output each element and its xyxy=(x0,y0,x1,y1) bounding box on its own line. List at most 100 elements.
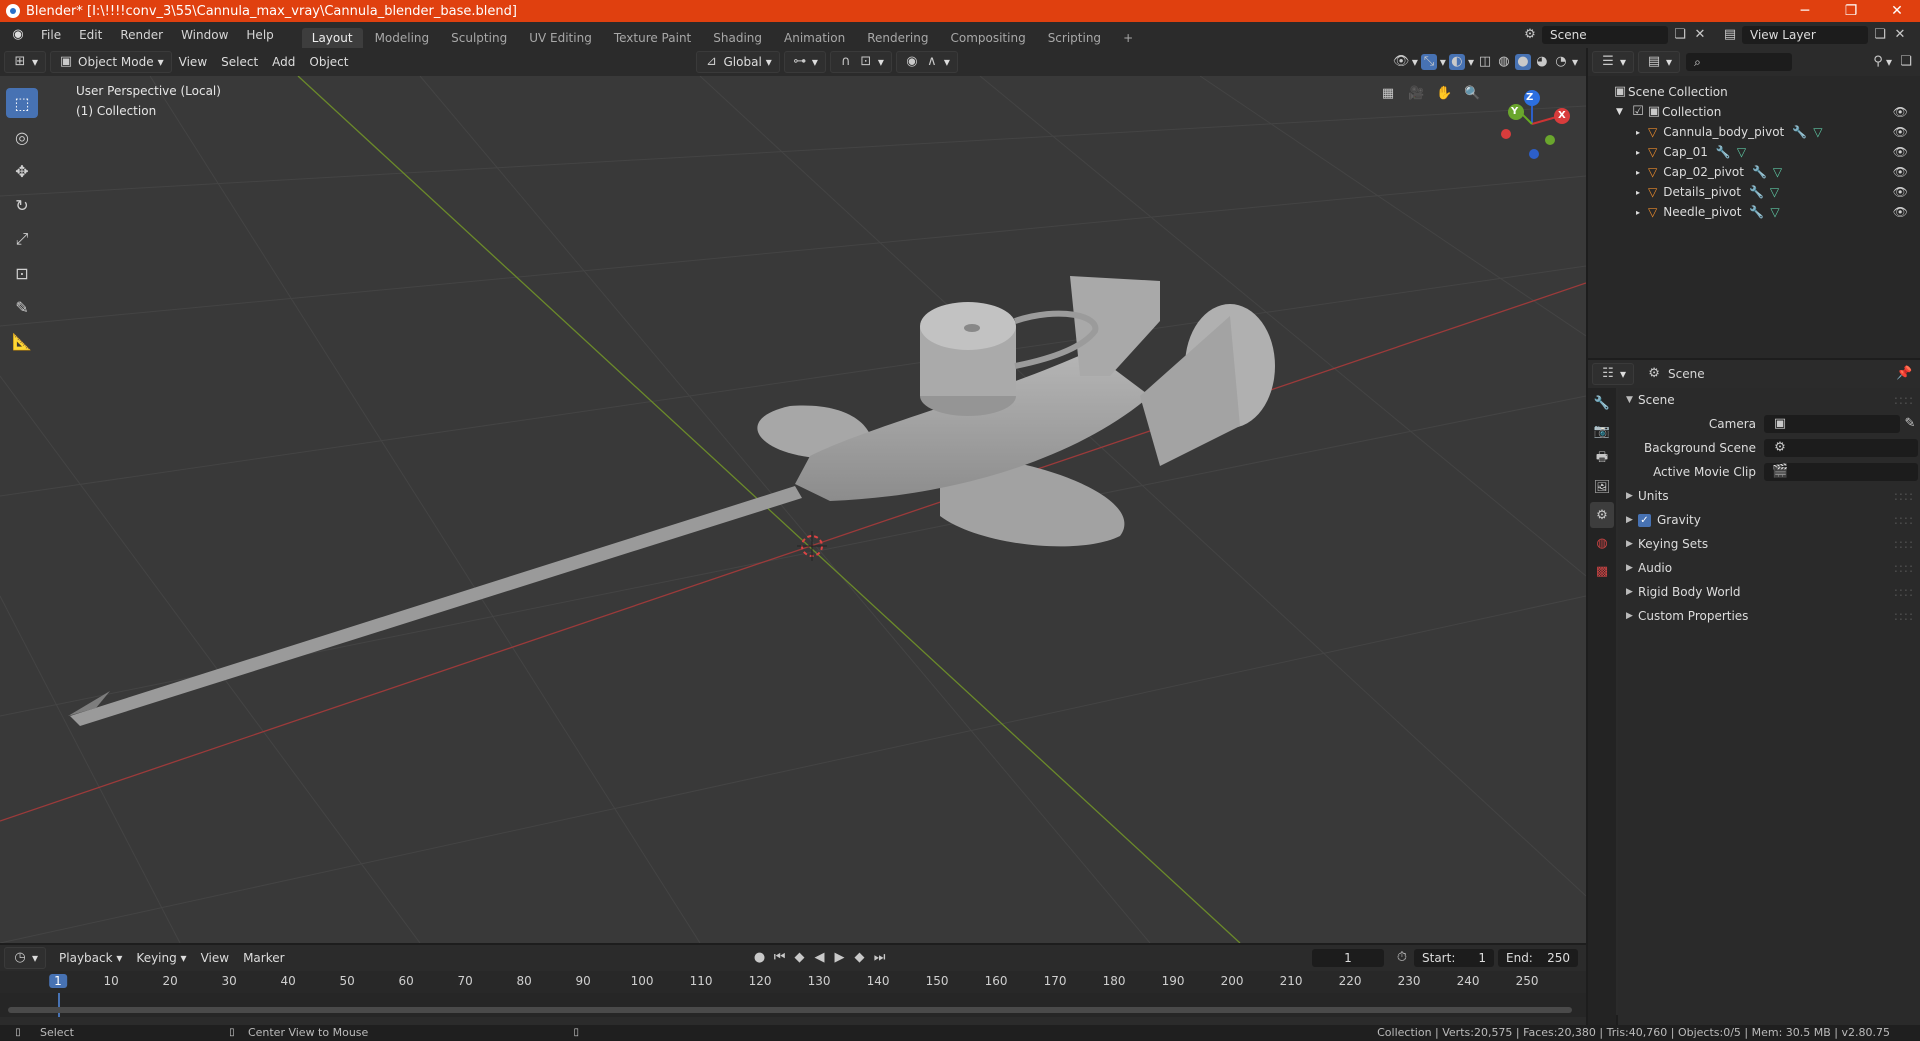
pivot-dropdown[interactable]: ⊶ ▾ xyxy=(783,51,826,73)
expand-arrow-icon[interactable]: ▼ xyxy=(1616,107,1630,117)
orientation-dropdown[interactable]: ⊿ Global ▾ xyxy=(695,51,780,73)
camera-view-icon[interactable]: 🎥 xyxy=(1408,86,1424,102)
3d-cursor-icon[interactable] xyxy=(797,531,827,561)
outliner-editor-type-button[interactable]: ☰ ▾ xyxy=(1592,51,1635,73)
play-icon[interactable]: ▶ xyxy=(832,950,848,966)
start-frame-field[interactable]: Start: 1 xyxy=(1414,949,1494,967)
eye-icon[interactable]: 👁 xyxy=(1893,105,1908,119)
modifier-wrench-icon[interactable]: 🔧 xyxy=(1749,205,1764,219)
outliner-scene-collection[interactable]: ▣ Scene Collection xyxy=(1588,82,1920,102)
blender-menu-icon[interactable]: ◉ xyxy=(10,27,26,43)
scene-tab-icon[interactable]: ⚙ xyxy=(1590,502,1614,528)
timeline-ruler[interactable]: 1 10 20 30 40 50 60 70 80 90 100 110 120 130 140 150 160… xyxy=(0,971,1586,993)
outliner-object-row[interactable]: ▸ ▽ Cap_02_pivot 🔧 ▽ 👁 xyxy=(1588,162,1920,182)
jump-start-icon[interactable]: ⏮ xyxy=(772,950,788,966)
end-frame-field[interactable]: End: 250 xyxy=(1498,949,1578,967)
gravity-checkbox[interactable]: ✓ xyxy=(1638,513,1651,527)
play-reverse-icon[interactable]: ◀ xyxy=(812,950,828,966)
tab-texture-paint[interactable]: Texture Paint xyxy=(604,28,701,48)
scene-icon[interactable]: ⚙ xyxy=(1522,27,1538,43)
stopwatch-icon[interactable]: ⏱ xyxy=(1394,950,1410,966)
menu-add[interactable]: Add xyxy=(265,55,302,69)
menu-file[interactable]: File xyxy=(32,22,70,48)
delete-scene-icon[interactable]: ✕ xyxy=(1692,27,1708,43)
tab-animation[interactable]: Animation xyxy=(774,28,855,48)
tab-sculpting[interactable]: Sculpting xyxy=(441,28,517,48)
mesh-data-icon[interactable]: ▽ xyxy=(1813,125,1822,139)
modifier-wrench-icon[interactable]: 🔧 xyxy=(1792,125,1807,139)
hand-pan-icon[interactable]: ✋ xyxy=(1436,86,1452,102)
new-view-layer-icon[interactable]: ❏ xyxy=(1872,27,1888,43)
outliner-object-row[interactable]: ▸ ▽ Details_pivot 🔧 ▽ 👁 xyxy=(1588,182,1920,202)
3d-viewport[interactable]: User Perspective (Local) (1) Collection … xyxy=(0,76,1586,943)
rotate-tool-icon[interactable]: ↻ xyxy=(6,190,38,220)
tab-scripting[interactable]: Scripting xyxy=(1038,28,1111,48)
menu-render[interactable]: Render xyxy=(111,22,172,48)
cursor-tool-icon[interactable]: ◎ xyxy=(6,122,38,152)
snap-toggle[interactable]: ∩ ⊡ ▾ xyxy=(829,51,892,73)
timeline-track-area[interactable] xyxy=(0,993,1586,1017)
eye-icon[interactable]: 👁 xyxy=(1893,165,1908,179)
menu-window[interactable]: Window xyxy=(172,22,237,48)
wireframe-shading-icon[interactable]: ◍ xyxy=(1496,54,1512,70)
view-layer-tab-icon[interactable]: 🖼 xyxy=(1590,474,1614,500)
playhead[interactable] xyxy=(58,993,60,1017)
tab-rendering[interactable]: Rendering xyxy=(857,28,938,48)
texture-tab-icon[interactable]: ▩ xyxy=(1590,558,1614,584)
mode-dropdown[interactable]: ▣ Object Mode ▾ xyxy=(50,51,172,73)
custom-properties-panel-header[interactable]: ▶ Custom Properties:::: xyxy=(1618,604,1920,628)
properties-editor-type-button[interactable]: ☷ ▾ xyxy=(1592,363,1635,385)
annotate-tool-icon[interactable]: ✎ xyxy=(6,292,38,322)
view-layer-field[interactable]: View Layer xyxy=(1742,26,1868,44)
close-button[interactable]: ✕ xyxy=(1874,0,1920,22)
proportional-edit-toggle[interactable]: ◉ ∧ ▾ xyxy=(895,51,958,73)
delete-view-layer-icon[interactable]: ✕ xyxy=(1892,27,1908,43)
minimize-button[interactable]: ─ xyxy=(1782,0,1828,22)
tab-modeling[interactable]: Modeling xyxy=(365,28,440,48)
render-tab-icon[interactable]: 📷 xyxy=(1590,418,1614,444)
collection-checkbox-icon[interactable]: ☑ xyxy=(1630,104,1646,120)
menu-marker[interactable]: Marker xyxy=(236,951,291,965)
menu-object[interactable]: Object xyxy=(302,55,355,69)
navigation-gizmo[interactable] xyxy=(1501,90,1570,159)
transform-tool-icon[interactable]: ⊡ xyxy=(6,258,38,288)
rigid-body-world-panel-header[interactable]: ▶ Rigid Body World:::: xyxy=(1618,580,1920,604)
menu-select[interactable]: Select xyxy=(214,55,265,69)
modifier-wrench-icon[interactable]: 🔧 xyxy=(1752,165,1767,179)
pin-icon[interactable]: 📌 xyxy=(1896,366,1912,382)
view-layer-icon[interactable]: ▤ xyxy=(1722,27,1738,43)
tab-layout[interactable]: Layout xyxy=(301,28,363,48)
eyedropper-icon[interactable]: ✎ xyxy=(1902,416,1918,432)
modifier-wrench-icon[interactable]: 🔧 xyxy=(1749,185,1764,199)
background-scene-field[interactable]: ⚙ xyxy=(1764,439,1918,457)
menu-timeline-view[interactable]: View xyxy=(194,951,236,965)
next-keyframe-icon[interactable]: ◆ xyxy=(852,950,868,966)
tab-compositing[interactable]: Compositing xyxy=(940,28,1035,48)
mesh-data-icon[interactable]: ▽ xyxy=(1770,185,1779,199)
outliner-search-input[interactable]: ⌕ xyxy=(1686,53,1793,71)
eye-icon[interactable]: 👁 xyxy=(1893,125,1908,139)
zoom-icon[interactable]: 🔍 xyxy=(1464,86,1480,102)
menu-view[interactable]: View xyxy=(172,55,214,69)
needle-mesh[interactable] xyxy=(70,486,802,726)
outliner-object-row[interactable]: ▸ ▽ Cannula_body_pivot 🔧 ▽ 👁 xyxy=(1588,122,1920,142)
keying-sets-panel-header[interactable]: ▶ Keying Sets:::: xyxy=(1618,532,1920,556)
menu-edit[interactable]: Edit xyxy=(70,22,111,48)
menu-keying[interactable]: Keying ▾ xyxy=(129,951,193,965)
top-fin-mesh[interactable] xyxy=(1070,276,1160,376)
scene-field[interactable]: Scene xyxy=(1542,26,1668,44)
menu-playback[interactable]: Playback ▾ xyxy=(52,951,129,965)
editor-type-button[interactable]: ⊞ ▾ xyxy=(4,51,47,73)
world-tab-icon[interactable]: ◍ xyxy=(1590,530,1614,556)
filter-icon[interactable]: ⚲ xyxy=(1870,54,1886,70)
move-tool-icon[interactable]: ✥ xyxy=(6,156,38,186)
mesh-data-icon[interactable]: ▽ xyxy=(1773,165,1782,179)
new-scene-icon[interactable]: ❏ xyxy=(1672,27,1688,43)
current-frame-field[interactable]: 1 xyxy=(1312,949,1384,967)
eye-icon[interactable]: 👁 xyxy=(1893,185,1908,199)
camera-field[interactable]: ▣ xyxy=(1764,415,1900,433)
solid-shading-icon[interactable]: ● xyxy=(1514,54,1531,70)
tab-shading[interactable]: Shading xyxy=(703,28,772,48)
select-box-tool-icon[interactable]: ⬚ xyxy=(6,88,38,118)
xray-toggle-icon[interactable]: ◫ xyxy=(1477,54,1493,70)
